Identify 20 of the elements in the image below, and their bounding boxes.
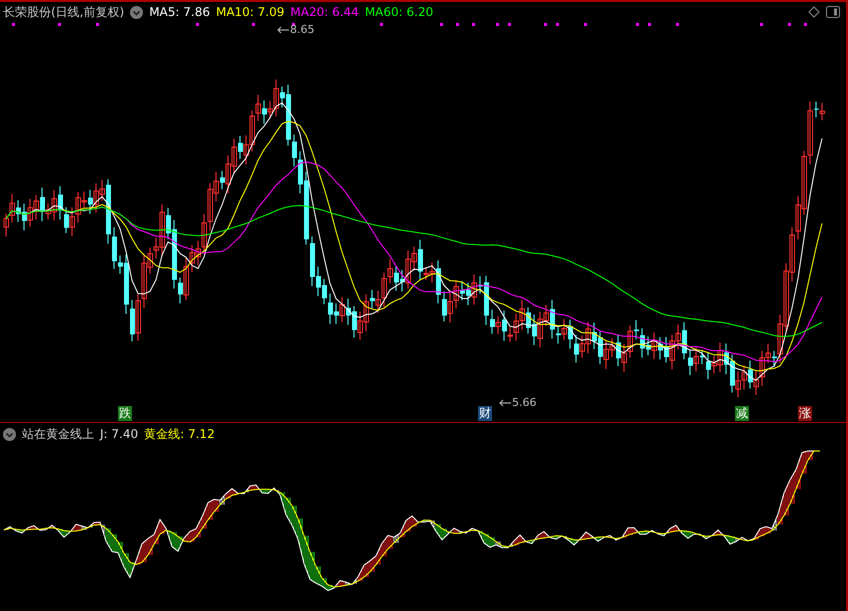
signal-marker: 涨	[798, 406, 812, 421]
leader-arrow	[277, 26, 290, 34]
signal-marker: 跌	[118, 406, 132, 421]
indicator-reading: MA5: 7.86	[149, 5, 210, 19]
price-label: 5.66	[512, 396, 536, 409]
indicator-reading: 黄金线: 7.12	[144, 426, 215, 442]
panel-toggle-icon[interactable]	[826, 6, 840, 18]
signal-marker: 财	[478, 406, 492, 421]
leader-arrow	[499, 400, 512, 406]
dropdown-icon[interactable]	[3, 428, 16, 440]
chart-title: 长荣股份(日线,前复权)	[3, 4, 124, 20]
dropdown-icon[interactable]	[130, 6, 144, 18]
indicator-title: 站在黄金线上	[22, 426, 94, 442]
signal-marker: 减	[735, 406, 749, 421]
indicator-reading: J: 7.40	[100, 427, 138, 441]
indicator-reading: MA10: 7.09	[216, 5, 284, 19]
price-label: 8.65	[290, 23, 314, 36]
indicator-reading: MA20: 6.44	[290, 5, 359, 19]
indicator-reading: MA60: 6.20	[364, 5, 434, 19]
diamond-icon[interactable]	[808, 6, 820, 18]
